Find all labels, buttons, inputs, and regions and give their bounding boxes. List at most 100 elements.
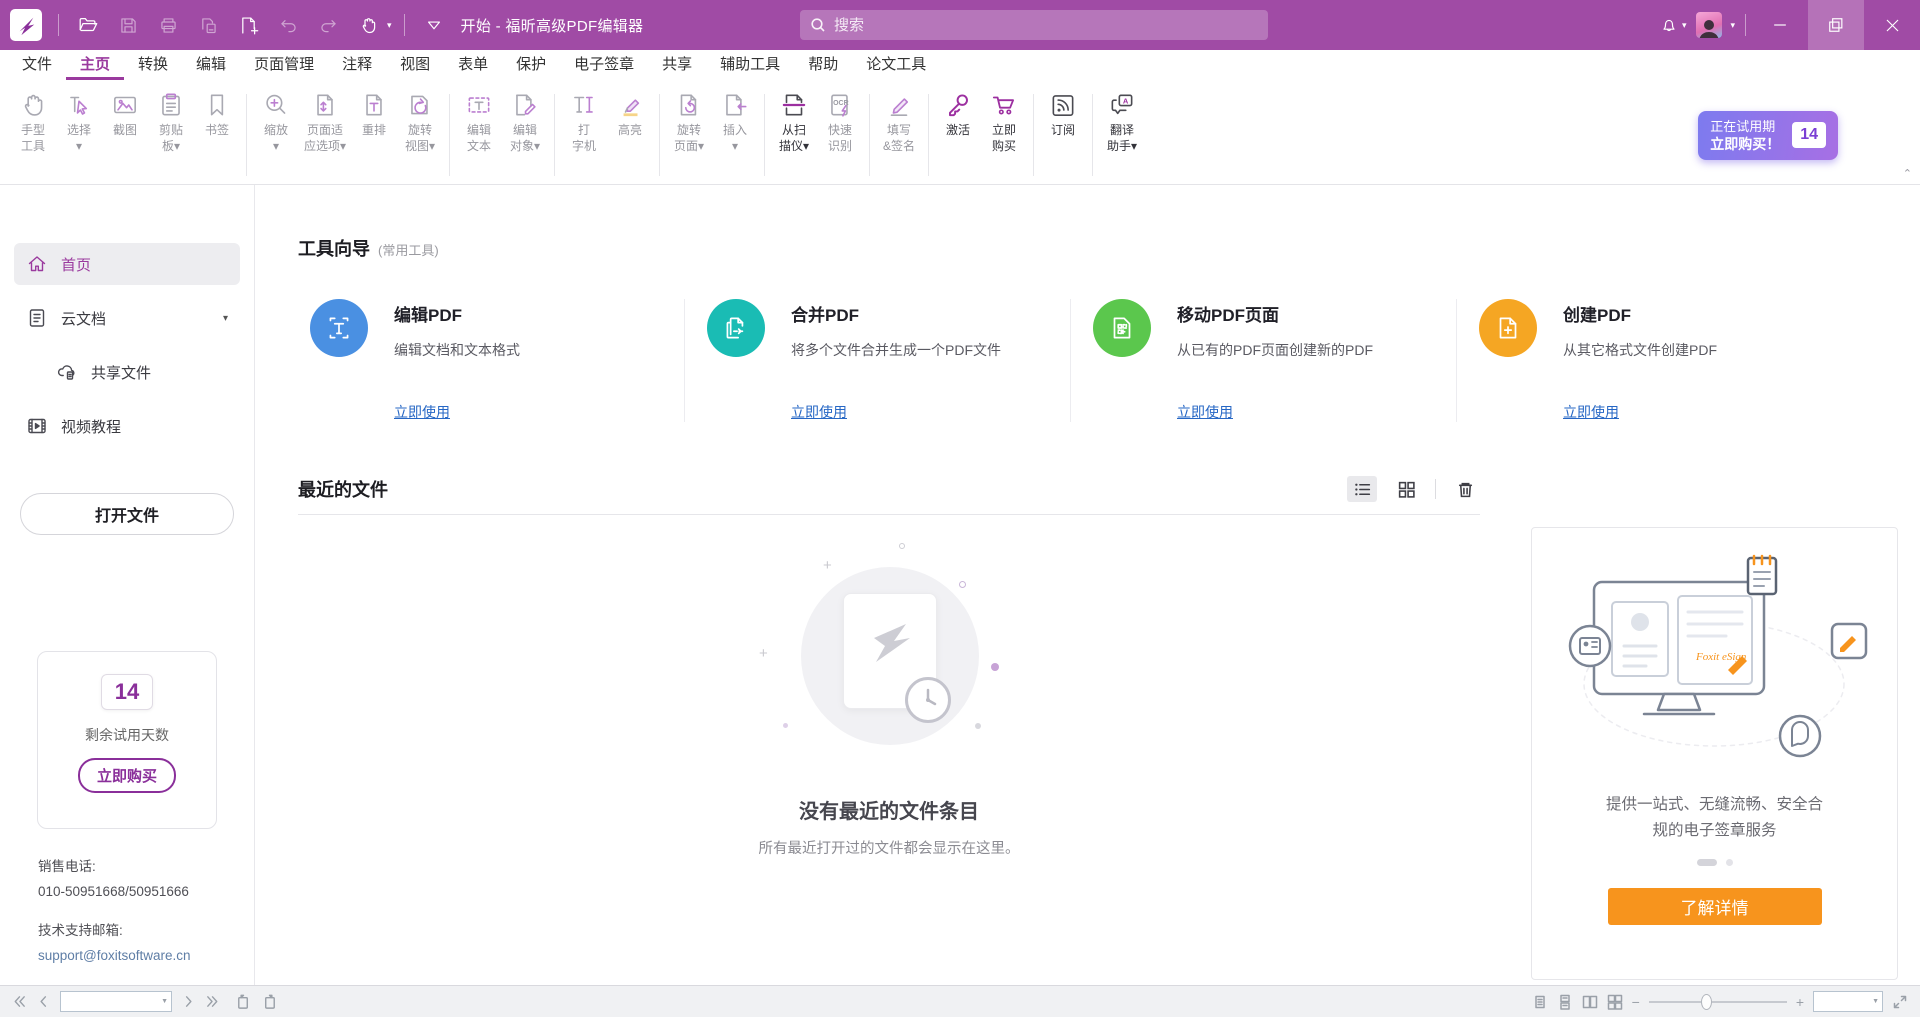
single-page-layout-button[interactable] (1532, 994, 1548, 1010)
menu-item-view[interactable]: 视图 (386, 50, 444, 80)
tool-highlight[interactable]: 高亮 (607, 86, 653, 140)
carousel-dot-active[interactable] (1697, 859, 1717, 866)
menu-item-file[interactable]: 文件 (8, 50, 66, 80)
card-merge-pdf[interactable]: 合并PDF 将多个文件合并生成一个PDF文件 立即使用 (684, 299, 1070, 422)
recent-files-section: 最近的文件 (298, 476, 1480, 858)
menu-item-protect[interactable]: 保护 (502, 50, 560, 80)
learn-more-button[interactable]: 了解详情 (1608, 888, 1822, 925)
facing-layout-button[interactable] (1582, 994, 1598, 1010)
tool-select[interactable]: 选择 ▾ (56, 86, 102, 156)
tool-reflow[interactable]: 重排 (351, 86, 397, 140)
tool-edit-object[interactable]: 编辑 对象▾ (502, 86, 548, 156)
use-now-link[interactable]: 立即使用 (1563, 402, 1717, 422)
sidebar-item-video-tutorials[interactable]: 视频教程 (14, 405, 240, 447)
menu-item-comment[interactable]: 注释 (328, 50, 386, 80)
new-page-icon[interactable] (231, 8, 265, 42)
support-email-link[interactable]: support@foxitsoftware.cn (38, 944, 254, 969)
sidebar-item-cloud-docs[interactable]: 云文档 ▾ (14, 297, 240, 339)
menu-item-paper-tools[interactable]: 论文工具 (852, 50, 940, 80)
scanner-icon (779, 88, 809, 122)
ocr-icon: OCR (825, 88, 855, 122)
tool-rotate-view[interactable]: 旋转 视图▾ (397, 86, 443, 156)
tool-rotate-pages[interactable]: 旋转 页面▾ (666, 86, 712, 156)
zoom-out-button[interactable]: − (1632, 995, 1640, 1009)
tool-buy-now[interactable]: 立即 购买 (981, 86, 1027, 156)
menu-item-home[interactable]: 主页 (66, 50, 124, 80)
card-move-pdf-pages[interactable]: 移动PDF页面 从已有的PDF页面创建新的PDF 立即使用 (1070, 299, 1456, 422)
list-view-button[interactable] (1347, 476, 1377, 502)
trial-badge[interactable]: 正在试用期 立即购买！ 14 (1698, 111, 1838, 160)
tool-from-scanner[interactable]: 从扫 描仪▾ (771, 86, 817, 156)
menu-item-page-manage[interactable]: 页面管理 (240, 50, 328, 80)
hand-tool-caret-icon[interactable]: ▾ (387, 20, 392, 31)
prev-view-button[interactable] (235, 993, 252, 1010)
undo-icon[interactable] (271, 8, 305, 42)
close-button[interactable] (1864, 0, 1920, 50)
hand-tool-icon[interactable] (351, 8, 385, 42)
chevron-down-icon[interactable]: ▾ (223, 313, 228, 324)
tool-insert-pages[interactable]: 插入 ▾ (712, 86, 758, 156)
tool-subscribe[interactable]: 订阅 (1040, 86, 1086, 140)
avatar[interactable] (1696, 12, 1722, 38)
bookmark-icon (202, 88, 232, 122)
use-now-link[interactable]: 立即使用 (791, 402, 1001, 422)
tool-clipboard[interactable]: 剪贴 板▾ (148, 86, 194, 156)
tool-bookmark[interactable]: 书签 (194, 86, 240, 140)
save-icon[interactable] (111, 8, 145, 42)
page-number-input[interactable] (60, 991, 172, 1012)
clear-recent-button[interactable] (1450, 476, 1480, 502)
continuous-layout-button[interactable] (1557, 994, 1573, 1010)
tool-quick-ocr[interactable]: OCR 快速 识别 (817, 86, 863, 156)
tool-fit-page[interactable]: 页面适 应选项▾ (299, 86, 351, 156)
zoom-slider-thumb[interactable] (1701, 994, 1712, 1010)
continuous-facing-layout-button[interactable] (1607, 994, 1623, 1010)
tool-edit-text[interactable]: 编辑 文本 (456, 86, 502, 156)
prev-page-button[interactable] (36, 994, 51, 1009)
menu-item-edit[interactable]: 编辑 (182, 50, 240, 80)
use-now-link[interactable]: 立即使用 (394, 402, 520, 422)
last-page-button[interactable] (205, 994, 220, 1009)
zoom-in-button[interactable]: + (1796, 995, 1804, 1009)
use-now-link[interactable]: 立即使用 (1177, 402, 1373, 422)
buy-now-button[interactable]: 立即购买 (78, 758, 176, 793)
tool-activate[interactable]: 激活 (935, 86, 981, 140)
minimize-button[interactable] (1752, 0, 1808, 50)
menu-item-esign[interactable]: 电子签章 (560, 50, 648, 80)
collapse-toolbar-icon[interactable]: ⌃ (1903, 167, 1912, 180)
tool-zoom[interactable]: 缩放 ▾ (253, 86, 299, 156)
customize-toolbar-icon[interactable] (417, 8, 451, 42)
print-icon[interactable] (151, 8, 185, 42)
card-edit-pdf[interactable]: 编辑PDF 编辑文档和文本格式 立即使用 (298, 299, 684, 422)
first-page-button[interactable] (12, 994, 27, 1009)
extract-page-icon[interactable] (191, 8, 225, 42)
next-page-button[interactable] (181, 994, 196, 1009)
menu-item-accessibility[interactable]: 辅助工具 (706, 50, 794, 80)
tool-typewriter[interactable]: 打 字机 (561, 86, 607, 156)
next-view-button[interactable] (261, 993, 278, 1010)
carousel-dot[interactable] (1726, 859, 1733, 866)
search-box[interactable] (800, 10, 1268, 40)
notification-bell-icon[interactable] (1652, 8, 1686, 42)
open-file-button[interactable]: 打开文件 (20, 493, 234, 535)
card-create-pdf[interactable]: 创建PDF 从其它格式文件创建PDF 立即使用 (1456, 299, 1842, 422)
tool-fill-sign[interactable]: 填写 &签名 (876, 86, 922, 156)
zoom-slider[interactable] (1649, 994, 1787, 1010)
sidebar-item-shared-files[interactable]: 共享文件 (14, 351, 240, 393)
menu-item-help[interactable]: 帮助 (794, 50, 852, 80)
open-file-icon[interactable] (71, 8, 105, 42)
redo-icon[interactable] (311, 8, 345, 42)
menu-item-share[interactable]: 共享 (648, 50, 706, 80)
fullscreen-button[interactable] (1892, 994, 1908, 1010)
zoom-level-input[interactable] (1813, 991, 1883, 1012)
account-caret-icon[interactable]: ▾ (1730, 20, 1735, 31)
search-input[interactable] (834, 17, 1258, 34)
restore-button[interactable] (1808, 0, 1864, 50)
tool-translate[interactable]: A 翻译 助手▾ (1099, 86, 1145, 156)
menu-item-form[interactable]: 表单 (444, 50, 502, 80)
sidebar-item-home[interactable]: 首页 (14, 243, 240, 285)
notification-caret-icon[interactable]: ▾ (1682, 20, 1687, 31)
menu-item-convert[interactable]: 转换 (124, 50, 182, 80)
grid-view-button[interactable] (1391, 476, 1421, 502)
tool-hand[interactable]: 手型 工具 (10, 86, 56, 156)
tool-snapshot[interactable]: 截图 (102, 86, 148, 140)
